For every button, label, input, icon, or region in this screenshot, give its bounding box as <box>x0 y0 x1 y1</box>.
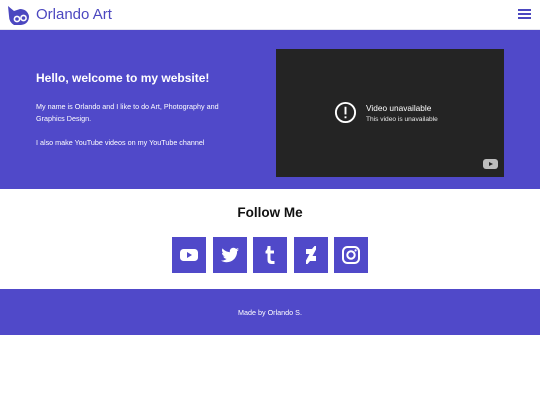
hero-intro-text: My name is Orlando and I like to do Art,… <box>36 102 219 123</box>
deviantart-icon <box>305 246 316 264</box>
social-links <box>172 237 368 273</box>
alert-circle-icon <box>334 101 357 124</box>
footer: Made by Orlando S. <box>0 289 540 335</box>
youtube-icon <box>180 249 198 261</box>
video-error-subtitle: This video is unavailable <box>366 115 438 123</box>
hero-youtube-text: I also make YouTube videos on my YouTube… <box>36 138 205 147</box>
site-title[interactable]: Orlando Art <box>36 6 112 24</box>
owl-logo-icon[interactable] <box>6 3 31 27</box>
hero-title: Hello, welcome to my website! <box>36 71 210 85</box>
hamburger-menu-icon[interactable] <box>518 9 531 19</box>
video-player[interactable]: Video unavailable This video is unavaila… <box>276 49 504 177</box>
instagram-icon <box>342 246 360 264</box>
youtube-logo-icon[interactable] <box>483 159 498 169</box>
tumblr-link[interactable] <box>253 237 287 273</box>
instagram-link[interactable] <box>334 237 368 273</box>
twitter-link[interactable] <box>212 237 247 273</box>
twitter-icon <box>220 247 239 263</box>
follow-me-heading: Follow Me <box>237 205 303 220</box>
youtube-link[interactable] <box>172 237 206 273</box>
tumblr-icon <box>265 246 275 264</box>
footer-credit: Made by Orlando S. <box>238 308 302 317</box>
video-error-title: Video unavailable <box>366 103 432 113</box>
hero-section: Hello, welcome to my website! My name is… <box>0 30 540 189</box>
deviantart-link[interactable] <box>293 237 328 273</box>
top-bar: Orlando Art <box>0 0 540 30</box>
